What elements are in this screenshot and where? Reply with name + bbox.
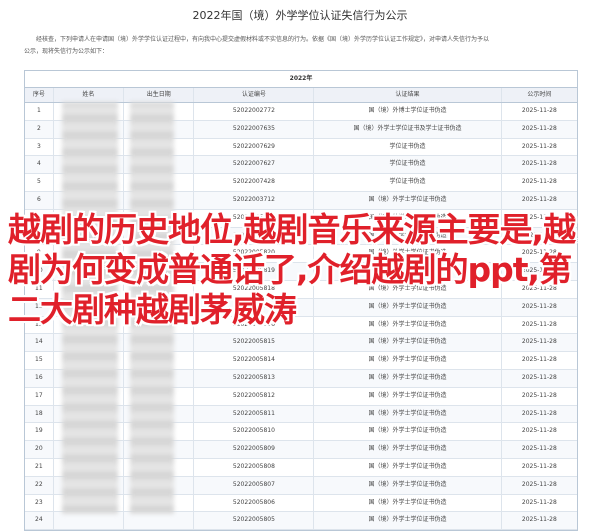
cell-index: 15 (25, 352, 54, 369)
cell-name (54, 512, 125, 530)
cell-result: 国（境）外学士学位证书伪造 (314, 352, 502, 369)
cell-result: 学位证书伪造 (314, 174, 502, 191)
cell-index: 2 (25, 120, 54, 138)
cell-index: 16 (25, 369, 54, 387)
cell-index: 19 (25, 423, 54, 441)
cell-cert-number: 52022002772 (194, 103, 315, 120)
cell-cert-number: 52022007629 (194, 138, 315, 156)
header-index: 序号 (25, 88, 54, 102)
cell-result: 国（境）外学士学位证书伪造 (314, 191, 502, 209)
cell-index: 20 (25, 441, 54, 458)
cell-result: 国（境）外学士学位证书伪造 (314, 476, 502, 494)
cell-cert-number: 52022005806 (194, 494, 315, 512)
cell-index: 17 (25, 387, 54, 405)
header-cert-number: 认证编号 (194, 88, 315, 102)
table-row: 24 52022005805 国（境）外学士学位证书伪造 2025-11-28 (25, 512, 577, 531)
cell-date: 2025-11-28 (521, 409, 557, 417)
cell-date: 2025-11-28 (521, 462, 557, 470)
cell-date: 2025-11-28 (521, 124, 557, 132)
header-result: 认证结果 (314, 88, 502, 102)
cell-cert-number: 52022005814 (194, 352, 315, 369)
cell-date: 2025-11-28 (521, 391, 557, 399)
cell-cert-number: 52022005810 (194, 423, 315, 441)
cell-date: 2025-11-28 (521, 373, 557, 381)
cell-date: 2025-11-28 (521, 427, 557, 435)
header-birthdate: 出生日期 (124, 88, 195, 102)
cell-result: 国（境）外学士学位证书伪造 (314, 423, 502, 441)
cell-cert-number: 52022003712 (194, 191, 315, 209)
cell-cert-number: 52022005813 (194, 369, 315, 387)
cell-date: 2025-11-28 (521, 195, 557, 203)
cell-result: 国（境）外学士学位证书伪造 (314, 494, 502, 512)
cell-date: 2025-11-28 (521, 107, 557, 114)
cell-cert-number: 52022005809 (194, 441, 315, 458)
cell-date: 2025-11-28 (521, 142, 557, 150)
document-title: 2022年国（境）外学学位认证失信行为公示 (192, 9, 408, 22)
overlay-headline: 越剧的历史地位,越剧音乐来源主要是,越剧为何变成普通话了,介绍越剧的ppt,第二… (8, 210, 576, 329)
cell-date: 2025-11-28 (521, 480, 557, 488)
cell-result: 国（境）外学士学位证书伪造 (314, 458, 502, 476)
cell-cert-number: 52022005811 (194, 405, 315, 423)
cell-cert-number: 52022005815 (194, 334, 315, 352)
cell-date: 2025-11-28 (521, 338, 557, 346)
table-caption: 2022年 (25, 71, 577, 88)
cell-cert-number: 52022005807 (194, 476, 315, 494)
cell-result: 国（境）外博士学位证书伪造 (314, 103, 502, 120)
header-name: 姓名 (54, 88, 125, 102)
cell-date: 2025-11-28 (521, 160, 557, 168)
cell-cert-number: 52022007635 (194, 120, 315, 138)
cell-date: 2025-11-28 (521, 516, 557, 524)
cell-result: 国（境）外学士学位证书伪造 (314, 334, 502, 352)
cell-birthdate (124, 512, 195, 530)
cell-date: 2025-11-28 (521, 445, 557, 453)
cell-index: 21 (25, 458, 54, 476)
cell-result: 学位证书伪造 (314, 138, 502, 156)
header-date: 公示时间 (527, 91, 552, 98)
cell-index: 22 (25, 476, 54, 494)
cell-result: 国（境）外学士学位证书及学士证书伪造 (314, 120, 502, 138)
intro-line-1: 经核查，下列申请人在申请国（境）外学学位认证过程中，有向我中心提交虚假材料或不实… (36, 36, 490, 43)
cell-cert-number: 52022005805 (194, 512, 315, 530)
cell-index: 4 (25, 156, 54, 174)
cell-index: 1 (25, 103, 54, 120)
cell-cert-number: 52022007428 (194, 174, 315, 191)
cell-result: 国（境）外学士学位证书伪造 (314, 387, 502, 405)
cell-index: 6 (25, 191, 54, 209)
intro-line-2: 公示，现将失信行为公示如下： (24, 48, 109, 55)
cell-result: 国（境）外学士学位证书伪造 (314, 512, 502, 530)
cell-result: 学位证书伪造 (314, 156, 502, 174)
cell-index: 23 (25, 494, 54, 512)
cell-index: 3 (25, 138, 54, 156)
cell-index: 18 (25, 405, 54, 423)
cell-cert-number: 52022005808 (194, 458, 315, 476)
cell-index: 14 (25, 334, 54, 352)
cell-result: 国（境）外学士学位证书伪造 (314, 405, 502, 423)
cell-cert-number: 52022005812 (194, 387, 315, 405)
cell-cert-number: 52022007627 (194, 156, 315, 174)
intro-paragraph: 经核查，下列申请人在申请国（境）外学学位认证过程中，有向我中心提交虚假材料或不实… (24, 34, 580, 58)
cell-date: 2025-11-28 (521, 178, 557, 186)
cell-date: 2025-11-28 (521, 498, 557, 506)
table-header-row: 序号 姓名 出生日期 认证编号 认证结果 公示时间 (25, 88, 577, 103)
cell-date: 2025-11-28 (521, 356, 557, 364)
cell-index: 5 (25, 174, 54, 191)
cell-result: 国（境）外学士学位证书伪造 (314, 441, 502, 458)
cell-result: 国（境）外学士学位证书伪造 (314, 369, 502, 387)
cell-index: 24 (25, 512, 54, 530)
